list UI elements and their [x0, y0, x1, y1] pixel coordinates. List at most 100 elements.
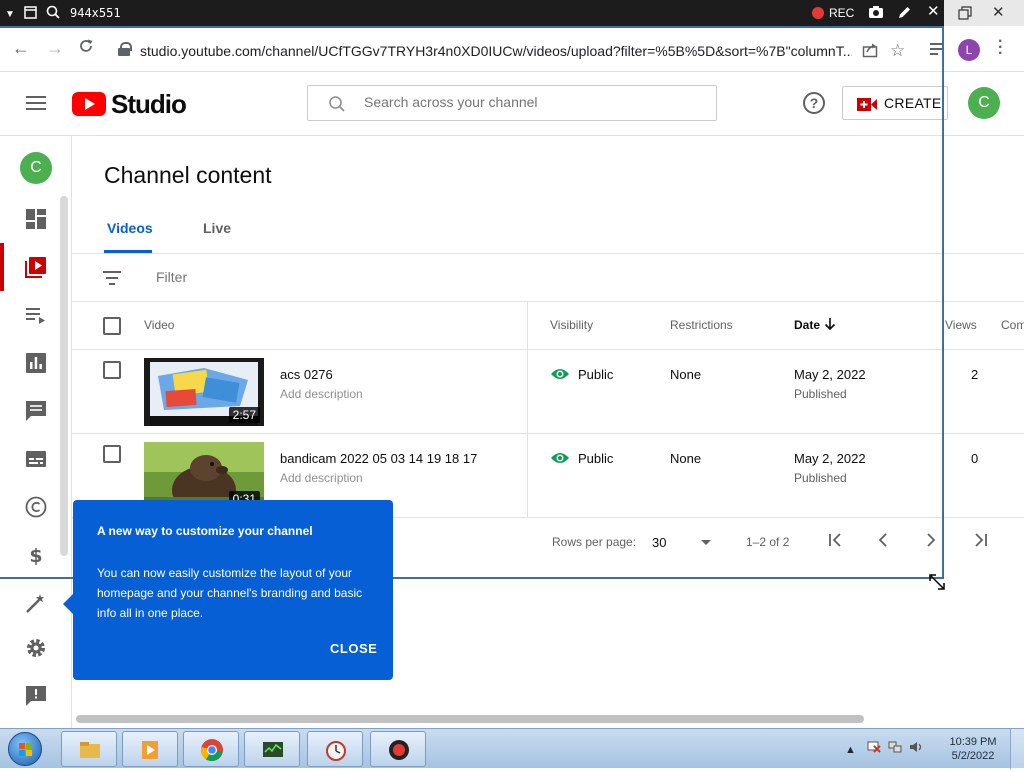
settings-icon — [27, 639, 45, 657]
tooltip-close-button[interactable]: CLOSE — [330, 641, 377, 656]
window-icon[interactable] — [24, 6, 37, 22]
restore-icon[interactable] — [958, 6, 972, 23]
horizontal-scrollbar[interactable] — [76, 715, 864, 723]
resize-handle-icon[interactable] — [927, 572, 947, 597]
search-icon — [328, 95, 346, 113]
sort-down-arrow-icon[interactable] — [824, 317, 836, 336]
views-value: 0 — [971, 451, 979, 466]
create-label: CREATE — [884, 95, 942, 111]
filter-divider — [72, 301, 1024, 302]
visibility-value[interactable]: Public — [578, 367, 613, 382]
row-checkbox[interactable] — [103, 361, 121, 379]
visibility-value[interactable]: Public — [578, 451, 613, 466]
sidebar-item-settings[interactable] — [0, 624, 72, 672]
video-description[interactable]: Add description — [280, 471, 363, 485]
show-desktop-button[interactable] — [1010, 729, 1024, 769]
column-header-views[interactable]: Views — [945, 318, 977, 332]
first-page-icon[interactable] — [828, 532, 844, 551]
start-button-icon[interactable] — [8, 732, 42, 766]
reading-list-icon[interactable] — [929, 42, 945, 61]
video-thumbnail[interactable]: 2:57 — [144, 358, 264, 426]
filter-icon[interactable] — [103, 271, 121, 285]
taskbar-clock-app[interactable] — [307, 731, 363, 767]
record-label[interactable]: REC — [829, 6, 854, 20]
sidebar-item-feedback[interactable] — [0, 672, 72, 720]
back-arrow-icon[interactable]: ← — [12, 38, 30, 58]
address-bar[interactable]: studio.youtube.com/channel/UCfTGGv7TRYH3… — [140, 43, 852, 59]
search-icon[interactable] — [46, 5, 60, 22]
camera-icon[interactable] — [868, 5, 884, 22]
close-icon[interactable]: ✕ — [927, 4, 940, 19]
column-header-restrictions[interactable]: Restrictions — [670, 318, 733, 332]
studio-logo-text[interactable]: Studio — [111, 89, 187, 120]
taskbar: ▲ 10:39 PM 5/2/2022 — [0, 728, 1024, 769]
restrictions-value: None — [670, 451, 702, 466]
filter-input[interactable] — [156, 269, 456, 285]
column-header-video[interactable]: Video — [144, 318, 174, 332]
tab-videos[interactable]: Videos — [107, 220, 153, 236]
rows-per-page-select[interactable]: 30 — [652, 535, 666, 550]
page-title: Channel content — [104, 162, 272, 188]
media-player-icon — [142, 741, 158, 759]
lock-icon[interactable] — [118, 42, 132, 56]
reload-icon[interactable] — [78, 38, 94, 58]
star-icon[interactable]: ☆ — [890, 41, 905, 61]
chevron-down-icon[interactable] — [701, 540, 711, 545]
tray-icons[interactable]: ▲ — [845, 741, 923, 756]
previous-page-icon[interactable] — [877, 532, 889, 551]
public-eye-icon[interactable] — [550, 451, 570, 465]
comments-icon — [26, 401, 46, 421]
browser-profile-avatar[interactable]: L — [958, 39, 980, 61]
dropdown-icon[interactable]: ▼ — [5, 8, 15, 22]
tab-live[interactable]: Live — [203, 220, 231, 236]
header-divider — [72, 349, 1024, 350]
create-button[interactable]: CREATE — [842, 86, 948, 120]
date-value: May 2, 2022 — [794, 367, 866, 382]
analytics-icon — [26, 353, 46, 373]
window-close-icon[interactable]: ✕ — [992, 3, 1005, 21]
next-page-icon[interactable] — [925, 532, 937, 551]
column-divider — [527, 302, 528, 518]
youtube-logo-icon[interactable] — [72, 92, 106, 116]
earn-icon: $ — [29, 545, 42, 566]
search-input[interactable] — [364, 94, 704, 110]
action-center-flag-icon[interactable] — [867, 741, 881, 753]
select-all-checkbox[interactable] — [103, 317, 121, 335]
column-header-comments[interactable]: Com — [1001, 318, 1024, 332]
views-value: 2 — [971, 367, 979, 382]
sidebar-scrollbar[interactable] — [60, 196, 68, 556]
recorder-toolbar: ▼ 944x551 REC ✕ ✕ — [0, 0, 1024, 26]
forward-arrow-icon[interactable]: → — [46, 38, 64, 58]
taskbar-bandicam[interactable] — [370, 731, 426, 767]
chrome-icon — [200, 739, 223, 762]
search-box[interactable] — [307, 85, 717, 121]
hamburger-menu-icon[interactable] — [26, 96, 46, 110]
help-icon[interactable]: ? — [803, 92, 825, 114]
column-header-date[interactable]: Date — [794, 318, 820, 332]
record-dot-icon[interactable] — [812, 7, 824, 19]
svg-text:$: $ — [29, 545, 42, 566]
network-icon[interactable] — [888, 741, 902, 753]
pen-icon[interactable] — [897, 5, 912, 23]
taskbar-explorer[interactable] — [61, 731, 117, 767]
video-title[interactable]: acs 0276 — [280, 367, 333, 382]
last-page-icon[interactable] — [972, 532, 988, 551]
kebab-menu-icon[interactable]: · · · — [998, 34, 1003, 62]
sidebar-item-customization[interactable] — [0, 579, 72, 627]
video-description[interactable]: Add description — [280, 387, 363, 401]
taskbar-chrome[interactable] — [183, 731, 239, 767]
taskbar-media-player[interactable] — [122, 731, 178, 767]
taskbar-task-manager[interactable] — [244, 731, 300, 767]
volume-icon[interactable] — [909, 741, 923, 753]
column-header-visibility[interactable]: Visibility — [550, 318, 593, 332]
public-eye-icon[interactable] — [550, 367, 570, 381]
show-hidden-icon[interactable]: ▲ — [845, 744, 856, 756]
alarm-clock-icon — [326, 741, 346, 761]
row-checkbox[interactable] — [103, 445, 121, 463]
video-duration: 2:57 — [228, 407, 260, 423]
channel-avatar[interactable]: C — [20, 152, 52, 184]
system-clock[interactable]: 10:39 PM 5/2/2022 — [948, 735, 998, 763]
account-avatar[interactable]: C — [968, 87, 1000, 119]
video-title[interactable]: bandicam 2022 05 03 14 19 18 17 — [280, 451, 477, 466]
share-icon[interactable] — [862, 42, 878, 63]
